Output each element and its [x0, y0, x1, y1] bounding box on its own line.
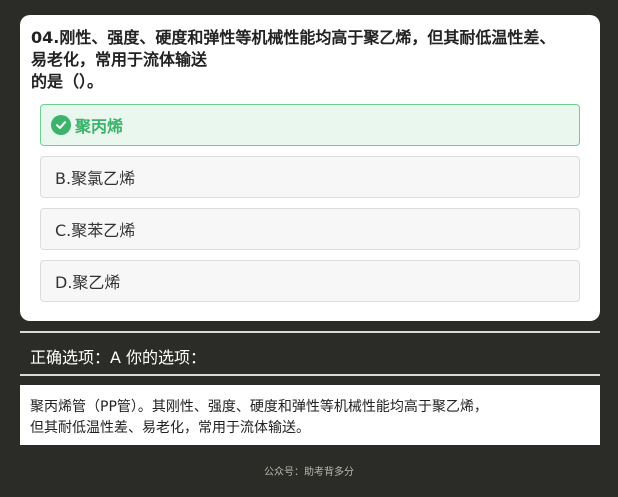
divider-top — [20, 331, 600, 333]
explanation-line-1: 聚丙烯管（PP管）。其刚性、强度、硬度和弹性等机械性能均高于聚乙烯， — [30, 399, 488, 415]
option-b[interactable]: B.聚氯乙烯 — [40, 156, 580, 198]
option-c[interactable]: C.聚苯乙烯 — [40, 208, 580, 250]
option-a[interactable]: 聚丙烯 — [40, 104, 580, 146]
option-c-label: C.聚苯乙烯 — [55, 221, 136, 240]
question-card: 04.刚性、强度、硬度和弹性等机械性能均高于聚乙烯，但其耐低温性差、 易老化，常… — [20, 15, 600, 321]
divider-bottom — [20, 374, 600, 376]
explanation-line-2: 但其耐低温性差、易老化，常用于流体输送。 — [30, 420, 310, 436]
question-line-1: 04.刚性、强度、硬度和弹性等机械性能均高于聚乙烯，但其耐低温性差、 — [31, 28, 556, 47]
check-circle-icon — [51, 115, 71, 135]
option-a-label: 聚丙烯 — [75, 117, 124, 136]
question-text: 04.刚性、强度、硬度和弹性等机械性能均高于聚乙烯，但其耐低温性差、 易老化，常… — [31, 27, 586, 93]
option-d[interactable]: D.聚乙烯 — [40, 260, 580, 302]
option-d-label: D.聚乙烯 — [55, 273, 121, 292]
answer-line: 正确选项：A 你的选项： — [30, 348, 207, 367]
footer-text: 公众号：助考背多分 — [264, 467, 354, 478]
explanation-box: 聚丙烯管（PP管）。其刚性、强度、硬度和弹性等机械性能均高于聚乙烯， 但其耐低温… — [20, 385, 600, 445]
question-line-3: 的是（）。 — [31, 72, 104, 91]
option-b-label: B.聚氯乙烯 — [55, 169, 136, 188]
question-line-2: 易老化，常用于流体输送 — [31, 50, 208, 69]
